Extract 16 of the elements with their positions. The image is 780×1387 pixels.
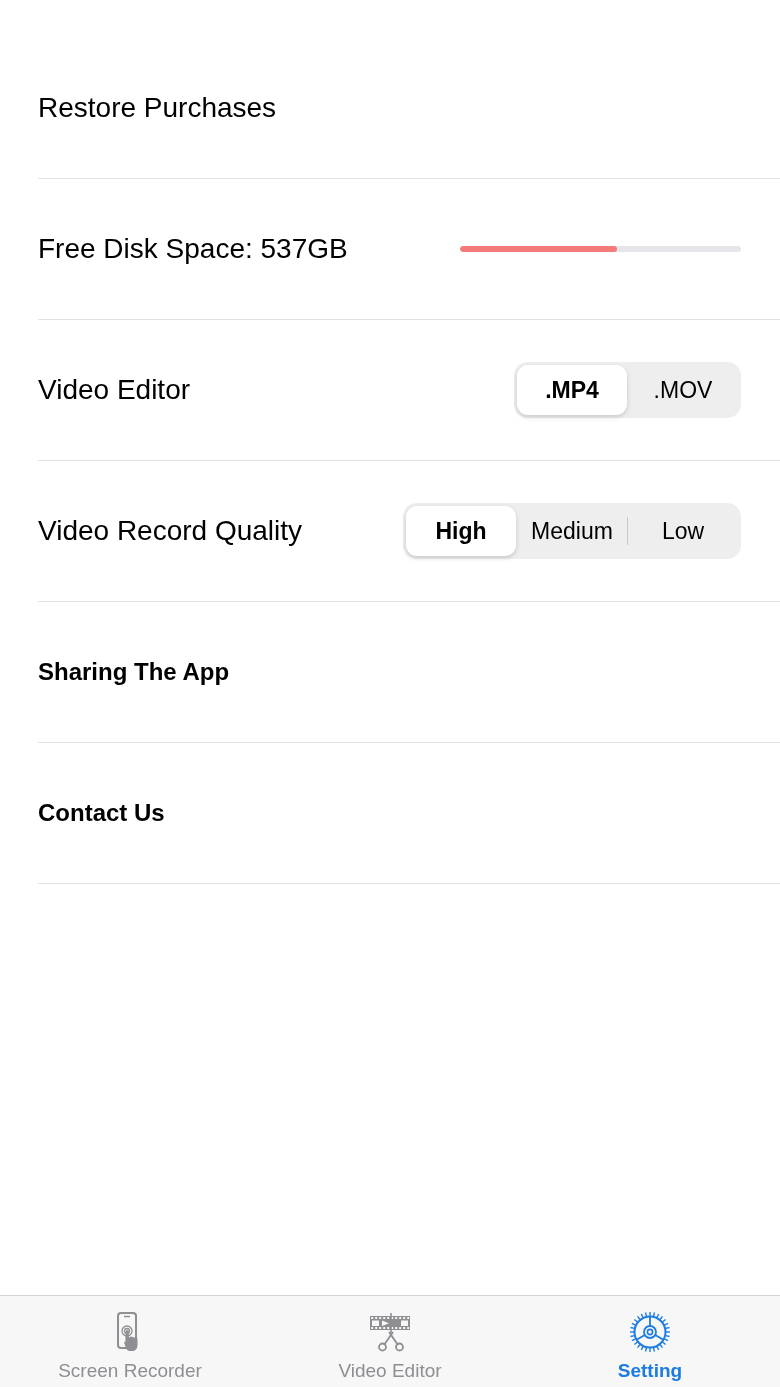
- setting-label: Video Record Quality: [38, 514, 303, 548]
- segment[interactable]: Medium: [517, 506, 627, 556]
- segment[interactable]: Low: [628, 506, 738, 556]
- setting-label: Free Disk Space: 537GB: [38, 232, 348, 266]
- gear-icon: [629, 1311, 671, 1353]
- segment[interactable]: .MP4: [517, 365, 627, 415]
- tab[interactable]: Setting: [520, 1296, 780, 1387]
- film-scissors-icon: [369, 1312, 411, 1352]
- settings-item[interactable]: Restore Purchases: [38, 91, 277, 125]
- segmented-control[interactable]: High Medium Low: [403, 503, 741, 559]
- settings-item[interactable]: Sharing The App: [38, 657, 230, 687]
- segment[interactable]: .MOV: [628, 365, 738, 415]
- segment[interactable]: High: [406, 506, 516, 556]
- settings-item[interactable]: Contact Us: [38, 798, 165, 828]
- setting-label: Video Editor: [38, 373, 191, 407]
- segmented-control[interactable]: .MP4 .MOV: [514, 362, 741, 418]
